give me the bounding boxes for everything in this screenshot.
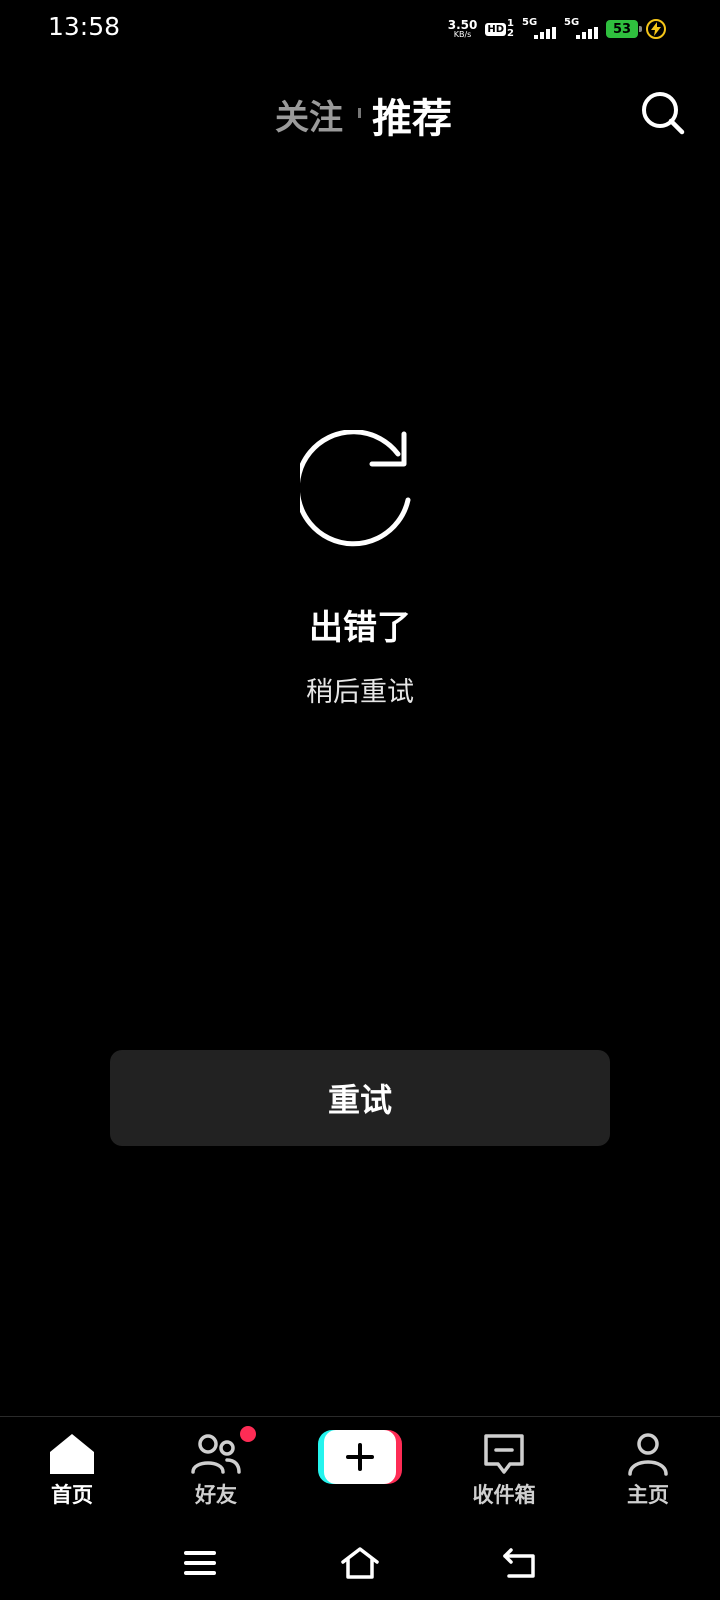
home-icon	[47, 1431, 97, 1477]
signal-sim2-icon: 5G	[564, 17, 598, 41]
network-speed-unit: KB/s	[453, 30, 472, 39]
tab-divider	[358, 108, 361, 118]
create-icon	[324, 1430, 396, 1484]
hd-label: HD	[485, 22, 507, 36]
nav-inbox[interactable]: 收件箱	[444, 1431, 564, 1521]
battery-percent: 53	[612, 21, 632, 37]
error-title: 出错了	[309, 608, 411, 648]
error-subtitle: 稍后重试	[306, 677, 414, 708]
home-outline-icon[interactable]	[335, 1538, 385, 1588]
back-icon[interactable]	[495, 1538, 545, 1588]
hd-sim-numbers: 1 2	[507, 19, 514, 39]
charging-icon	[646, 19, 666, 39]
status-icons: 3.50 KB/s HD 1 2 5G 5G 53	[448, 16, 666, 42]
create-button[interactable]	[318, 1430, 402, 1484]
menu-icon[interactable]	[175, 1538, 225, 1588]
nav-home-label: 首页	[51, 1483, 93, 1507]
friends-icon	[191, 1431, 241, 1477]
signal-bars	[576, 27, 598, 39]
nav-inbox-label: 收件箱	[472, 1483, 536, 1507]
friends-badge-dot	[240, 1426, 256, 1442]
tab-recommend[interactable]: 推荐	[372, 86, 452, 144]
nav-profile[interactable]: 主页	[588, 1431, 708, 1521]
profile-icon	[623, 1431, 673, 1477]
battery-icon: 53	[606, 20, 642, 38]
hd-sub: 2	[507, 28, 514, 39]
tab-follow[interactable]: 关注	[275, 90, 343, 139]
status-bar: 13:58 3.50 KB/s HD 1 2 5G 5G 53	[0, 0, 720, 58]
nav-friends-label: 好友	[195, 1483, 237, 1507]
reload-icon[interactable]	[294, 429, 420, 550]
inbox-icon	[479, 1431, 529, 1477]
signal-bars	[534, 27, 556, 39]
nav-home[interactable]: 首页	[12, 1431, 132, 1521]
nav-profile-label: 主页	[627, 1483, 669, 1507]
signal-sim1-icon: 5G	[522, 17, 556, 41]
nav-friends[interactable]: 好友	[156, 1431, 276, 1521]
retry-button[interactable]: 重试	[110, 1050, 610, 1146]
system-nav	[0, 1526, 720, 1600]
network-speed: 3.50 KB/s	[448, 19, 478, 39]
screen: 13:58 3.50 KB/s HD 1 2 5G 5G 53 关注 推荐 出错…	[0, 0, 720, 1600]
search-icon[interactable]	[640, 90, 686, 136]
hd-icon: HD 1 2	[485, 19, 514, 39]
status-time: 13:58	[48, 12, 121, 41]
top-tabs: 关注 推荐	[0, 82, 720, 142]
